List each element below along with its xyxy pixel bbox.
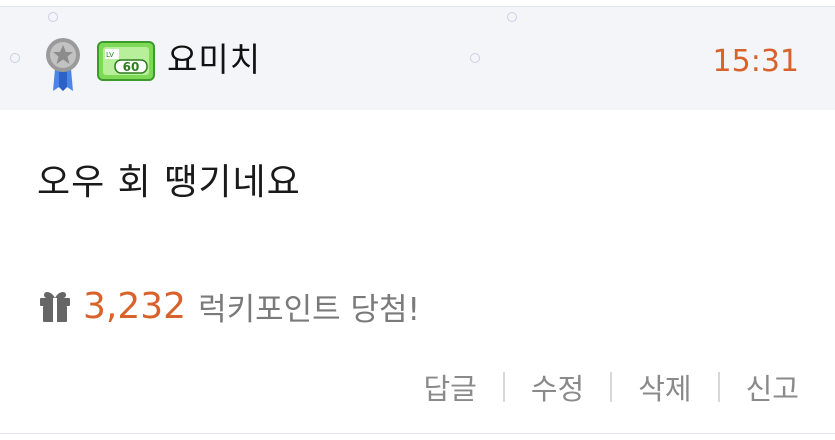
nickname[interactable]: 요미치 (167, 37, 261, 83)
prize-text: 럭키포인트 당첨! (198, 291, 420, 328)
decoration-dot (507, 12, 517, 22)
svg-text:LV: LV (106, 51, 114, 59)
decoration-dot (10, 53, 20, 63)
decoration-dot (470, 53, 480, 63)
divider (502, 372, 505, 402)
decoration-dot (48, 12, 58, 22)
medal-icon (46, 38, 80, 91)
svg-text:60: 60 (123, 60, 140, 74)
divider (717, 372, 720, 402)
edit-button[interactable]: 수정 (531, 366, 584, 408)
comment-time: 15:31 (712, 44, 799, 79)
reply-button[interactable]: 답글 (424, 366, 477, 408)
comment-card: LV 60 요미치 15:31 오우 회 땡기네요 3,232 럭키포인트 당첨… (0, 6, 835, 434)
comment-text: 오우 회 땡기네요 (37, 162, 301, 203)
gift-icon (40, 292, 70, 322)
comment-header: LV 60 요미치 15:31 (0, 7, 835, 110)
level-badge-icon: LV 60 (97, 41, 155, 81)
comment-actions: 답글 수정 삭제 신고 (424, 364, 799, 410)
delete-button[interactable]: 삭제 (638, 366, 691, 408)
divider (610, 372, 613, 402)
prize-points: 3,232 (83, 285, 187, 327)
prize-row: 3,232 럭키포인트 당첨! (37, 282, 420, 330)
report-button[interactable]: 신고 (746, 366, 799, 408)
